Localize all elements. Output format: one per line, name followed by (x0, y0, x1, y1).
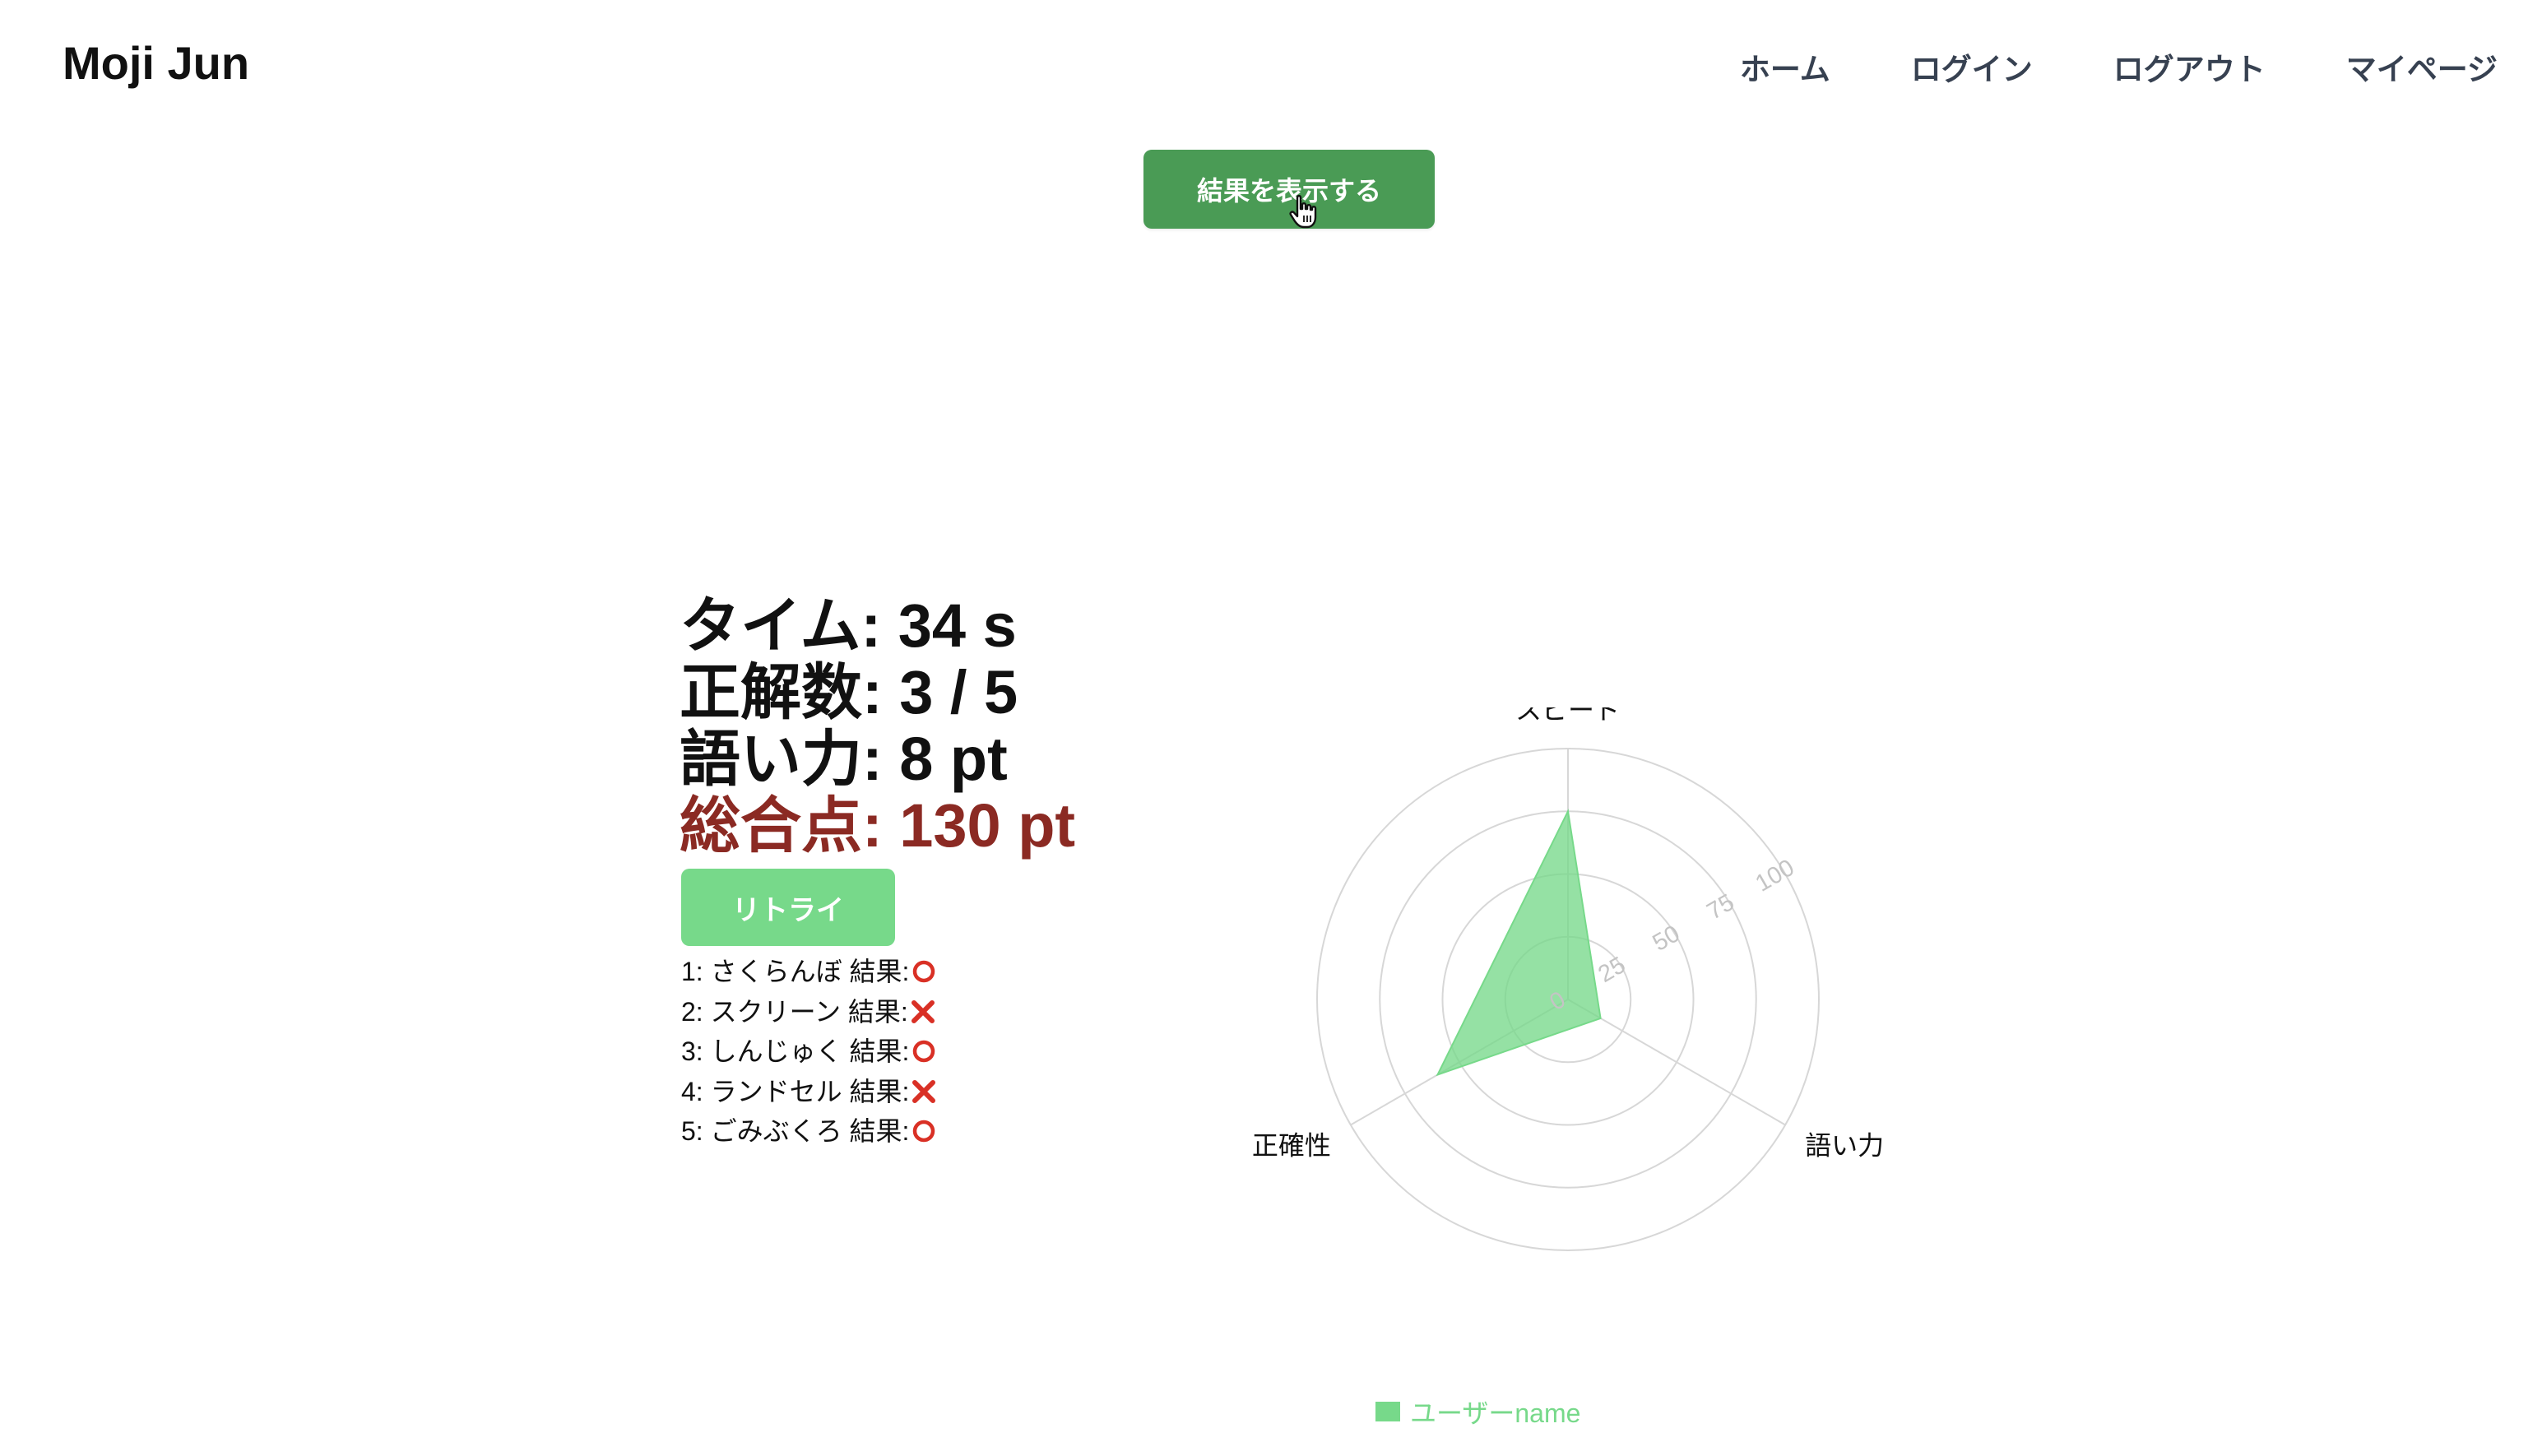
radar-axis-label: 語い力 (1805, 1131, 1884, 1161)
legend-series-label: ユーザーname (1410, 1398, 1581, 1428)
legend-swatch (1375, 1402, 1400, 1421)
result-item-label: 2: スクリーン 結果: (681, 996, 908, 1027)
retry-button[interactable]: リトライ (681, 869, 895, 946)
radar-axis-label: スピード (1515, 707, 1621, 725)
brand-logo[interactable]: Moji Jun (63, 36, 249, 90)
total-score-stat: 総合点: 130 pt (680, 791, 1076, 860)
skill-radar-chart: 0255075100スピード語い力正確性 (1252, 707, 1884, 1251)
nav-logout[interactable]: ログアウト (2113, 44, 2266, 89)
radar-series-area (1436, 809, 1602, 1077)
chart-legend[interactable]: ユーザーname (1375, 1393, 1580, 1430)
result-item-label: 5: ごみぶくろ 結果: (681, 1116, 910, 1147)
radar-tick-label: 100 (1751, 855, 1799, 897)
vocabulary-stat: 語い力: 8 pt (680, 725, 1008, 793)
correct-circle-icon (913, 961, 935, 983)
result-item-3: 3: しんじゅく 結果: (681, 1032, 937, 1072)
score-summary: タイム: 34 s 正解数: 3 / 5 語い力: 8 pt 総合点: 130 … (680, 592, 1075, 859)
result-item-label: 3: しんじゅく 結果: (681, 1036, 910, 1067)
radar-tick-label: 25 (1594, 952, 1630, 988)
nav-mypage[interactable]: マイページ (2346, 44, 2498, 89)
hand-pointer-icon (1289, 194, 1317, 229)
radar-tick-label: 50 (1649, 920, 1685, 957)
result-item-4: 4: ランドセル 結果: (681, 1072, 937, 1112)
result-item-5: 5: ごみぶくろ 結果: (681, 1111, 937, 1152)
incorrect-cross-icon (912, 1079, 936, 1103)
result-item-label: 1: さくらんぼ 結果: (681, 957, 910, 987)
nav-home[interactable]: ホーム (1740, 44, 1830, 89)
page-root: Moji Jun ホーム ログイン ログアウト マイページ 結果を表示する タイ… (0, 0, 2542, 1456)
radar-axis-label: 正確性 (1252, 1131, 1331, 1161)
result-item-2: 2: スクリーン 結果: (681, 992, 937, 1032)
correct-count-stat: 正解数: 3 / 5 (680, 658, 1018, 726)
incorrect-cross-icon (911, 999, 935, 1023)
radar-tick-label: 75 (1703, 889, 1739, 925)
correct-circle-icon (913, 1120, 935, 1143)
result-item-1: 1: さくらんぼ 結果: (681, 952, 937, 992)
time-stat: タイム: 34 s (680, 591, 1017, 660)
nav-login[interactable]: ログイン (1911, 44, 2033, 89)
main-nav: ホーム ログイン ログアウト マイページ (1740, 44, 2498, 89)
answer-results-list: 1: さくらんぼ 結果: 2: スクリーン 結果: 3: しんじゅく 結果: 4… (681, 952, 937, 1152)
correct-circle-icon (913, 1041, 935, 1063)
result-item-label: 4: ランドセル 結果: (681, 1076, 910, 1106)
